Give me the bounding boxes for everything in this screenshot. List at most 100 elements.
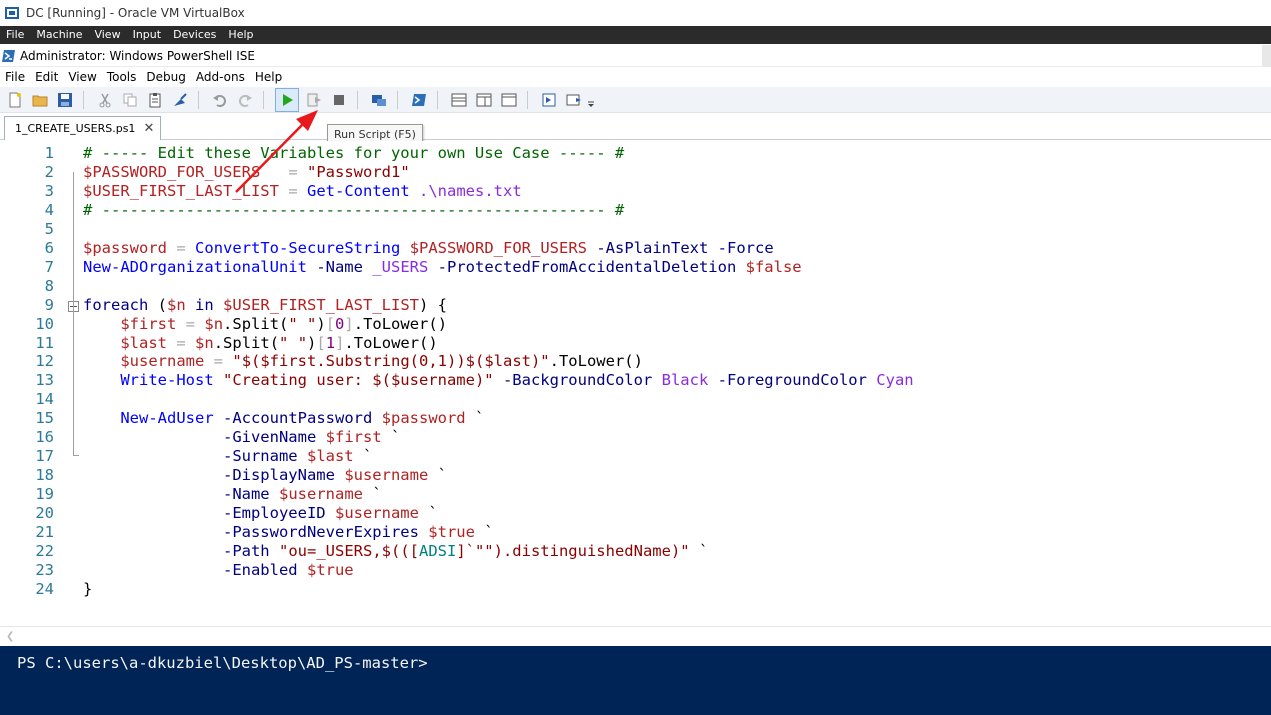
code-line[interactable]: 15 New-AdUser -AccountPassword $password…: [0, 409, 1271, 428]
code-token: New-AdUser: [120, 409, 214, 428]
code-text: $username = "$($first.Substring(0,1))$($…: [83, 352, 643, 371]
code-line[interactable]: 19 -Name $username `: [0, 485, 1271, 504]
save-button[interactable]: [55, 90, 75, 110]
code-token: `: [418, 504, 438, 523]
show-script-pane-button[interactable]: [539, 90, 559, 110]
console-pane[interactable]: PS C:\users\a-dkuzbiel\Desktop\AD_PS-mas…: [0, 646, 1271, 715]
horizontal-scrollbar[interactable]: ❮: [0, 626, 1271, 646]
line-number: 14: [35, 390, 54, 409]
ise-menu-file[interactable]: File: [0, 67, 30, 87]
code-line[interactable]: 4 # -------------------------------------…: [0, 201, 1271, 220]
script-editor[interactable]: 1 # ----- Edit these Variables for your o…: [0, 141, 1271, 626]
code-line[interactable]: 12 $username = "$($first.Substring(0,1))…: [0, 352, 1271, 371]
layout-top-button[interactable]: [449, 90, 469, 110]
vbox-menu-view[interactable]: View: [88, 26, 126, 44]
new-file-button[interactable]: [5, 90, 25, 110]
code-line[interactable]: 6 $password = ConvertTo-SecureString $PAS…: [0, 239, 1271, 258]
code-line[interactable]: 13 Write-Host "Creating user: $($usernam…: [0, 371, 1271, 390]
paste-button[interactable]: [145, 90, 165, 110]
code-line[interactable]: 8: [0, 277, 1271, 296]
code-line[interactable]: 14: [0, 390, 1271, 409]
toolbar-separator: [357, 90, 358, 109]
stop-button[interactable]: [329, 90, 349, 110]
code-line[interactable]: 7 New-ADOrganizationalUnit -Name _USERS -…: [0, 258, 1271, 277]
code-line[interactable]: 3 $USER_FIRST_LAST_LIST = Get-Content .\n…: [0, 182, 1271, 201]
layout-maximized-button[interactable]: [499, 90, 519, 110]
code-line[interactable]: 1 # ----- Edit these Variables for your o…: [0, 144, 1271, 163]
vbox-menu-devices[interactable]: Devices: [167, 26, 222, 44]
layout-maximized-icon: [501, 93, 517, 106]
code-line[interactable]: 9 foreach ($n in $USER_FIRST_LAST_LIST) {: [0, 296, 1271, 315]
code-token: `: [363, 485, 382, 504]
code-text: -Surname $last `: [83, 447, 372, 466]
virtualbox-icon: [5, 7, 19, 19]
code-token: $password: [381, 409, 466, 428]
code-line[interactable]: 23 -Enabled $true: [0, 561, 1271, 580]
chevron-left-icon[interactable]: ❮: [6, 631, 14, 642]
cut-button[interactable]: [95, 90, 115, 110]
code-token: ) {: [419, 295, 447, 314]
code-line[interactable]: 16 -GivenName $first `: [0, 428, 1271, 447]
fold-guide-end: [73, 455, 79, 456]
run-selection-button[interactable]: [304, 90, 324, 110]
script-tab-strip: [0, 113, 1271, 140]
line-number: 1: [44, 144, 54, 162]
code-line[interactable]: 5: [0, 220, 1271, 239]
redo-button[interactable]: [235, 90, 255, 110]
ise-menu-help[interactable]: Help: [250, 67, 287, 87]
code-token: `: [474, 523, 494, 541]
vbox-menu-file[interactable]: File: [0, 26, 30, 44]
code-token: ): [307, 333, 317, 352]
remote-powershell-button[interactable]: [369, 90, 389, 110]
clear-console-button[interactable]: [170, 90, 190, 110]
vbox-menu-help[interactable]: Help: [222, 26, 259, 44]
code-token: .Split(: [213, 333, 280, 352]
run-script-button[interactable]: [275, 87, 299, 112]
code-token: $username: [344, 466, 429, 485]
show-command-addon-button[interactable]: [564, 90, 584, 110]
code-line[interactable]: 22 -Path "ou=_USERS,$(([ADSI]`"").distin…: [0, 542, 1271, 561]
code-line[interactable]: 2 $PASSWORD_FOR_USERS = "Password1": [0, 163, 1271, 182]
code-token: -Name: [316, 257, 363, 276]
code-text: # ----- Edit these Variables for your ow…: [83, 144, 624, 163]
code-line[interactable]: 20 -EmployeeID $username `: [0, 504, 1271, 523]
code-token: $PASSWORD_FOR_USERS: [409, 238, 587, 257]
tab-1-create-users[interactable]: 1_CREATE_USERS.ps1 ✕: [4, 116, 162, 140]
play-icon: [283, 93, 293, 106]
ise-menu-edit[interactable]: Edit: [30, 67, 63, 87]
code-token: in: [195, 295, 214, 314]
ise-menu-debug[interactable]: Debug: [141, 67, 190, 87]
code-token: "Creating user: $($username)": [223, 371, 494, 390]
vbox-menu-machine[interactable]: Machine: [30, 26, 88, 44]
close-icon[interactable]: ✕: [143, 121, 154, 136]
undo-button[interactable]: [210, 90, 230, 110]
code-line[interactable]: 21 -PasswordNeverExpires $true `: [0, 523, 1271, 542]
layout-top-icon: [451, 93, 467, 106]
vbox-menu-input[interactable]: Input: [127, 26, 167, 44]
line-number: 19: [35, 485, 54, 504]
code-token: -Name: [222, 485, 270, 504]
code-line[interactable]: 18 -DisplayName $username `: [0, 466, 1271, 485]
powershell-console-icon: [412, 93, 426, 106]
ise-menu-view[interactable]: View: [63, 67, 101, 87]
code-line[interactable]: 17 -Surname $last `: [0, 447, 1271, 466]
layout-right-button[interactable]: [474, 90, 494, 110]
code-token: -BackgroundColor: [502, 371, 653, 390]
start-powershell-button[interactable]: [409, 90, 429, 110]
copy-button[interactable]: [120, 90, 140, 110]
code-line[interactable]: 24}: [0, 580, 1271, 599]
ise-menu-addons[interactable]: Add-ons: [191, 67, 250, 87]
ise-menu-tools[interactable]: Tools: [102, 67, 142, 87]
code-line[interactable]: 10 $first = $n.Split(" ")[0].ToLower(): [0, 315, 1271, 334]
toolbar-separator: [397, 90, 398, 109]
code-line[interactable]: 11 $last = $n.Split(" ")[1].ToLower(): [0, 334, 1271, 353]
toolbar-overflow-button[interactable]: [586, 90, 596, 110]
open-file-button[interactable]: [30, 90, 50, 110]
